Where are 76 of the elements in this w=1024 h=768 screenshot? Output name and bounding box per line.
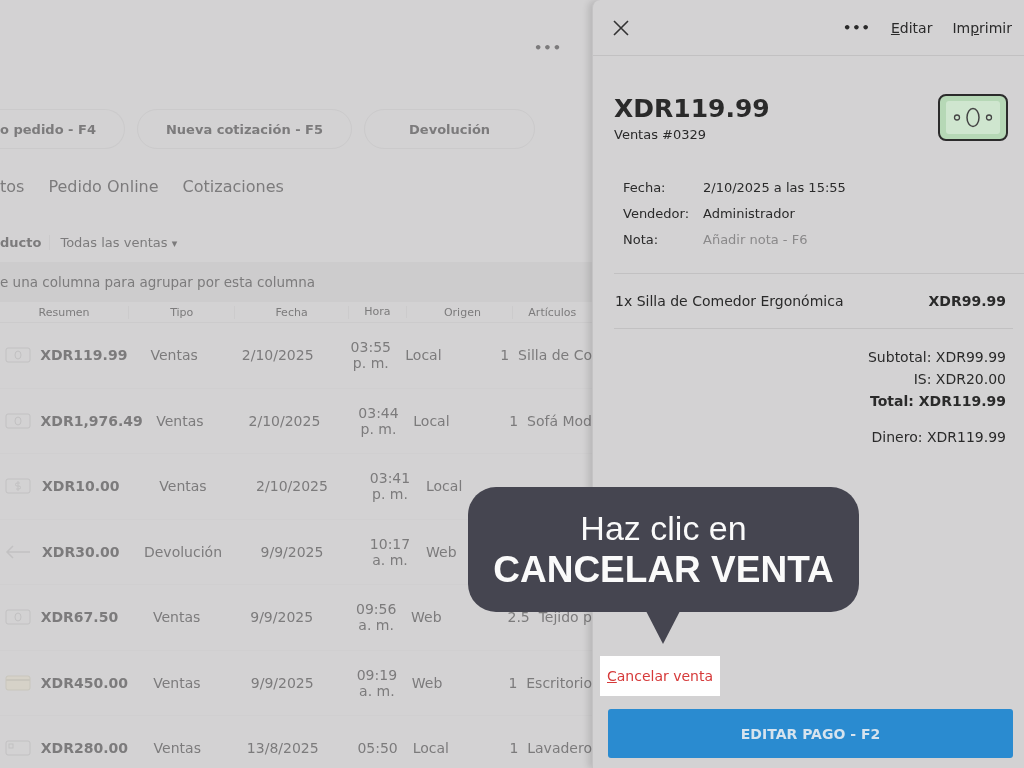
detail-label: Vendedor:	[623, 206, 691, 221]
table-cell-text: Ventas	[152, 740, 202, 757]
column-header[interactable]: Resumen	[0, 305, 130, 319]
table-cell-text: XDR30.00	[42, 543, 121, 560]
group-hint-bar: e una columna para agrupar por esta columna	[0, 262, 592, 302]
detail-value: Administrador	[703, 206, 796, 221]
callout-text: Haz clic en	[580, 507, 747, 548]
total-line: Dinero: XDR119.99	[871, 428, 1006, 447]
table-cell-text: Ventas	[155, 412, 205, 429]
table-cell-text: 05:50	[356, 740, 399, 757]
table-cell-text: XDR450.00	[40, 674, 129, 691]
table-cell-text: Ventas	[152, 674, 202, 691]
header-link[interactable]: Editar	[890, 19, 933, 36]
table-cell: 1 Sofá Mod	[509, 412, 592, 429]
table-cell-text: 2/10/2025	[247, 412, 322, 429]
sale-amount: XDR119.99	[614, 94, 770, 123]
total-line: Total: XDR119.99	[870, 392, 1006, 411]
column-header[interactable]: Artículos	[512, 305, 593, 319]
table-cell-text: 9/9/2025	[249, 609, 315, 626]
table-cell-text: Local	[411, 740, 450, 757]
table-cell-text: Local	[412, 412, 451, 429]
callout-text: CANCELAR VENTA	[493, 547, 834, 592]
detail-label: Nota:	[623, 232, 660, 247]
table-cell-text: 03:55 p. m.	[349, 339, 392, 372]
tab[interactable]: Cotizaciones	[182, 176, 284, 196]
note-field[interactable]: Añadir nota - F6	[703, 232, 1024, 247]
header-link[interactable]: Imprimir	[952, 19, 1012, 36]
table-cell-text: XDR10.00	[42, 478, 121, 495]
close-icon[interactable]	[613, 19, 629, 36]
table-cell-text: 13/8/2025	[245, 740, 320, 757]
table-cell-text: 09:56 a. m.	[354, 601, 398, 634]
table-cell-text: XDR280.00	[40, 740, 130, 757]
table-cell-text: Local	[404, 347, 443, 364]
table-cell-text: Local	[425, 478, 464, 495]
table-cell-text: 10:17 a. m.	[368, 535, 412, 568]
more-icon[interactable]: •••	[843, 20, 871, 35]
table-cell-text: XDR67.50	[40, 609, 120, 626]
table-cell-text: 2/10/2025	[240, 347, 315, 364]
table-cell-text: Ventas	[158, 478, 208, 495]
table-cell-text: Web	[410, 674, 444, 691]
table-cell-text: Web	[425, 543, 458, 560]
group-label: ducto	[0, 234, 51, 250]
table-cell: 1 Escritorio	[508, 674, 592, 691]
column-header[interactable]: Fecha	[235, 305, 349, 319]
table-cell-text: 2/10/2025	[255, 478, 329, 495]
total-line: IS: XDR20.00	[913, 370, 1006, 389]
column-header[interactable]: Origen	[407, 305, 513, 319]
tab[interactable]: tos	[0, 176, 25, 196]
detail-label: Fecha:	[623, 180, 667, 195]
table-cell-text: XDR119.99	[40, 347, 129, 364]
table-cell-text: 9/9/2025	[249, 674, 315, 691]
detail-value: 2/10/2025 a las 15:55	[703, 180, 847, 195]
table-cell-text: Ventas	[151, 609, 202, 626]
edit-payment-button[interactable]: EDITAR PAGO - F2	[608, 709, 1013, 758]
sale-reference: Ventas #0329	[614, 127, 708, 142]
table-cell-text: 09:19 a. m.	[355, 666, 399, 699]
column-header[interactable]: Tipo	[129, 305, 236, 319]
item-price: XDR99.99	[928, 293, 1006, 309]
table-cell-text: 03:41 p. m.	[368, 470, 412, 503]
table-cell: 1 Silla de Co	[500, 347, 592, 364]
table-cell: 2.5 Tejido p	[507, 609, 592, 626]
table-cell: XDR1,976.49	[40, 412, 141, 429]
more-icon[interactable]: •••	[534, 40, 562, 108]
cancel-sale-link[interactable]: Cancelar venta	[600, 656, 721, 696]
sales-filter-dropdown[interactable]: Todas las ventas ▾	[60, 234, 178, 250]
table-cell-text: Devolución	[142, 543, 223, 560]
table-cell-text: Ventas	[149, 347, 199, 364]
total-line: Subtotal: XDR99.99	[868, 348, 1006, 367]
table-cell: 1 Lavadero	[509, 740, 592, 757]
table-cell-text: Web	[410, 609, 443, 626]
tab[interactable]: Pedido Online	[48, 176, 159, 196]
column-header[interactable]: Hora	[348, 305, 408, 319]
table-cell-text: 9/9/2025	[259, 543, 325, 560]
banknote-icon	[938, 94, 1008, 141]
table-cell-text: 03:44 p. m.	[357, 404, 400, 437]
item-description: 1x Silla de Comedor Ergonómica	[615, 293, 844, 309]
